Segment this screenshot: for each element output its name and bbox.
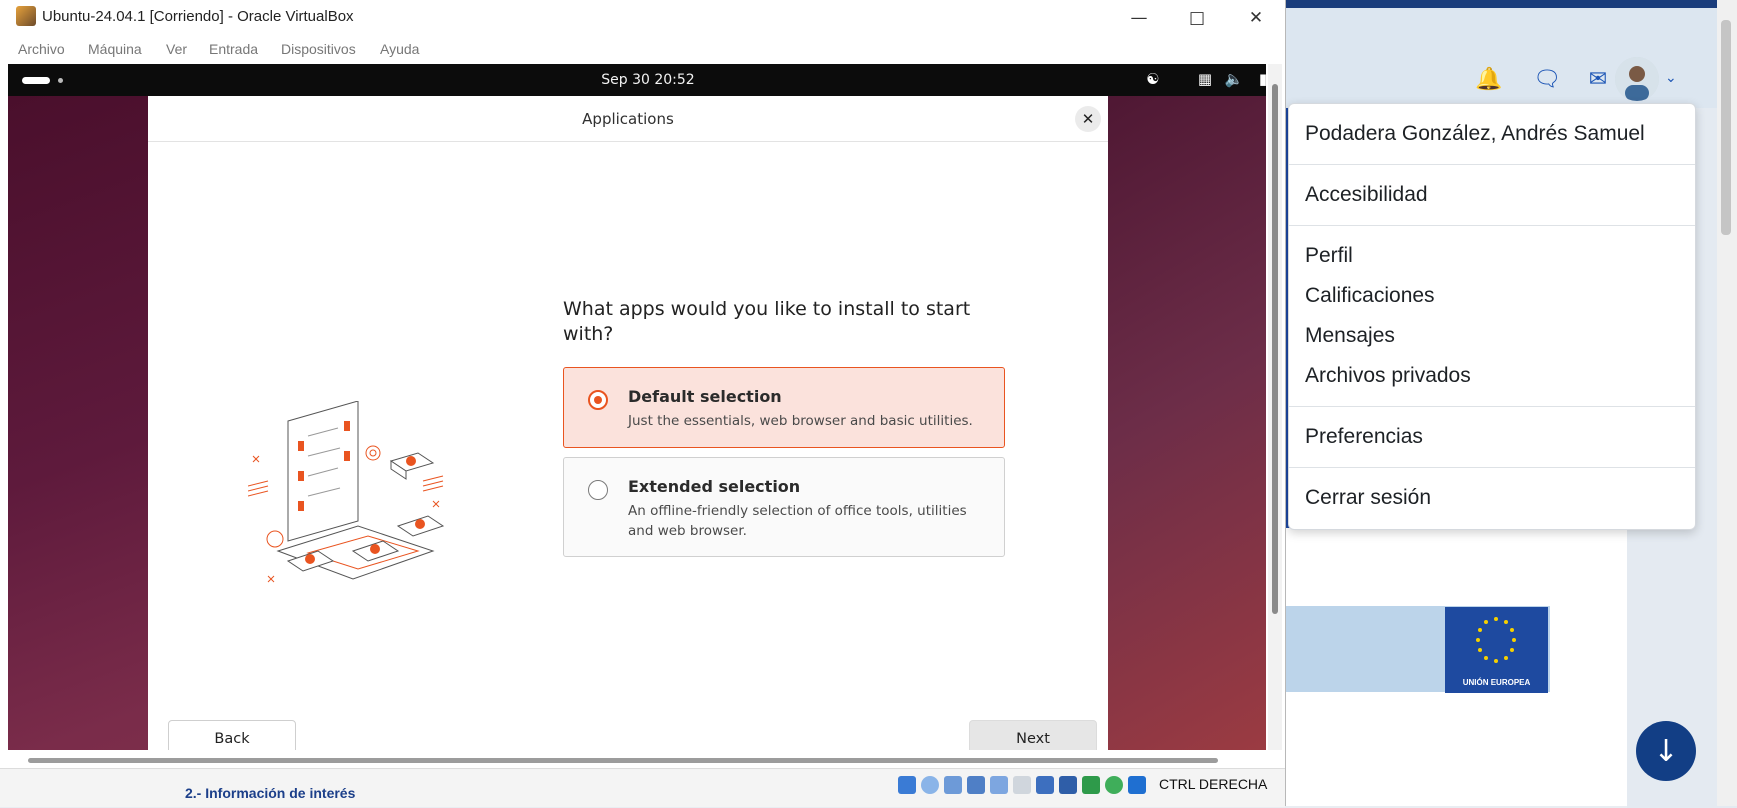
virtualbox-window: Ubuntu-24.04.1 [Corriendo] - Oracle Virt… bbox=[0, 0, 1286, 807]
browser-top-strip bbox=[1285, 0, 1737, 8]
vm-horizontal-scrollbar[interactable] bbox=[28, 758, 1218, 763]
optical-drive-icon[interactable] bbox=[921, 776, 939, 794]
battery-icon[interactable]: ▮ bbox=[1254, 70, 1266, 88]
menu-divider bbox=[1289, 225, 1695, 226]
mail-envelope-icon[interactable]: ✉ bbox=[1585, 66, 1611, 92]
guest-additions-icon[interactable] bbox=[1105, 776, 1123, 794]
host-key-label: CTRL DERECHA bbox=[1159, 776, 1268, 792]
eu-label: UNIÓN EUROPEA bbox=[1462, 678, 1531, 687]
menu-divider bbox=[1289, 406, 1695, 407]
radio-extended[interactable] bbox=[588, 480, 608, 500]
clock[interactable]: Sep 30 20:52 bbox=[8, 72, 1266, 88]
close-window-button[interactable]: ✕ bbox=[1228, 2, 1284, 34]
menu-maquina[interactable]: Máquina bbox=[88, 41, 142, 57]
menu-item-messages[interactable]: Mensajes bbox=[1305, 324, 1395, 348]
minimize-button[interactable]: — bbox=[1111, 2, 1167, 34]
browser-header bbox=[1285, 8, 1737, 108]
network-icon[interactable]: ▦ bbox=[1196, 70, 1214, 88]
cpu-icon[interactable] bbox=[1082, 776, 1100, 794]
recording-icon[interactable] bbox=[1059, 776, 1077, 794]
menu-item-preferences[interactable]: Preferencias bbox=[1305, 425, 1423, 449]
accessibility-icon[interactable]: ☯ bbox=[1144, 70, 1162, 88]
chat-bubble-icon[interactable]: 🗨 bbox=[1533, 66, 1561, 92]
menu-bar bbox=[0, 36, 1285, 64]
audio-icon[interactable] bbox=[944, 776, 962, 794]
display-icon[interactable] bbox=[1036, 776, 1054, 794]
maximize-button[interactable]: □ bbox=[1169, 2, 1225, 34]
back-button[interactable]: Back bbox=[168, 720, 296, 750]
menu-item-logout[interactable]: Cerrar sesión bbox=[1305, 486, 1431, 510]
minimize-icon: — bbox=[1130, 8, 1148, 28]
background-page-text: 2.- Información de interés bbox=[185, 785, 356, 801]
vm-display[interactable]: Sep 30 20:52 ☯ ▦ 🔈 ▮ Applications ✕ What… bbox=[8, 64, 1266, 750]
option-title: Default selection bbox=[628, 387, 782, 406]
maximize-icon: □ bbox=[1188, 8, 1206, 28]
menu-item-accessibility[interactable]: Accesibilidad bbox=[1305, 183, 1428, 207]
menu-item-profile[interactable]: Perfil bbox=[1305, 244, 1353, 268]
laptop-apps-illustration bbox=[248, 401, 445, 583]
menu-entrada[interactable]: Entrada bbox=[209, 41, 258, 57]
menu-divider bbox=[1289, 164, 1695, 165]
user-avatar[interactable] bbox=[1615, 57, 1659, 101]
menu-divider bbox=[1289, 467, 1695, 468]
user-menu-name: Podadera González, Andrés Samuel bbox=[1305, 122, 1645, 145]
option-description: An offline-friendly selection of office … bbox=[628, 503, 967, 539]
installer-dialog: Applications ✕ What apps would you like … bbox=[148, 96, 1108, 750]
option-default-selection[interactable]: Default selection Just the essentials, w… bbox=[563, 367, 1005, 448]
chevron-down-icon[interactable]: ⌄ bbox=[1665, 70, 1677, 86]
virtualbox-app-icon bbox=[16, 6, 36, 26]
arrow-down-icon: ↓ bbox=[1653, 733, 1679, 769]
eu-flag-logo: UNIÓN EUROPEA bbox=[1445, 607, 1548, 693]
notifications-bell-icon[interactable]: 🔔 bbox=[1475, 66, 1502, 92]
next-button[interactable]: Next bbox=[969, 720, 1097, 750]
close-icon: ✕ bbox=[1248, 8, 1264, 28]
user-dropdown-menu: Podadera González, Andrés Samuel Accesib… bbox=[1288, 103, 1696, 530]
radio-default-selected[interactable] bbox=[588, 390, 608, 410]
hard-disk-icon[interactable] bbox=[898, 776, 916, 794]
menu-item-private-files[interactable]: Archivos privados bbox=[1305, 364, 1471, 388]
volume-icon[interactable]: 🔈 bbox=[1225, 70, 1244, 88]
question-heading: What apps would you like to install to s… bbox=[563, 298, 971, 345]
menu-archivo[interactable]: Archivo bbox=[18, 41, 65, 57]
shared-folders-icon[interactable] bbox=[1013, 776, 1031, 794]
menu-dispositivos[interactable]: Dispositivos bbox=[281, 41, 356, 57]
option-title: Extended selection bbox=[628, 477, 801, 496]
window-title: Ubuntu-24.04.1 [Corriendo] - Oracle Virt… bbox=[42, 8, 354, 25]
network-adapter-icon[interactable] bbox=[967, 776, 985, 794]
usb-icon[interactable] bbox=[990, 776, 1008, 794]
dialog-title: Applications bbox=[582, 110, 674, 128]
close-icon: ✕ bbox=[1081, 110, 1095, 128]
menu-ver[interactable]: Ver bbox=[166, 41, 187, 57]
menu-ayuda[interactable]: Ayuda bbox=[380, 41, 419, 57]
option-description: Just the essentials, web browser and bas… bbox=[628, 413, 973, 429]
mouse-integration-icon[interactable] bbox=[1128, 776, 1146, 794]
gnome-top-bar: Sep 30 20:52 ☯ ▦ 🔈 ▮ bbox=[8, 64, 1266, 96]
dialog-close-button[interactable]: ✕ bbox=[1075, 106, 1101, 132]
option-extended-selection[interactable]: Extended selection An offline-friendly s… bbox=[563, 457, 1005, 557]
scroll-down-button[interactable]: ↓ bbox=[1636, 721, 1696, 781]
vm-vertical-scrollbar-thumb[interactable] bbox=[1272, 84, 1278, 614]
menu-item-grades[interactable]: Calificaciones bbox=[1305, 284, 1435, 308]
browser-scrollbar-thumb[interactable] bbox=[1721, 20, 1731, 235]
